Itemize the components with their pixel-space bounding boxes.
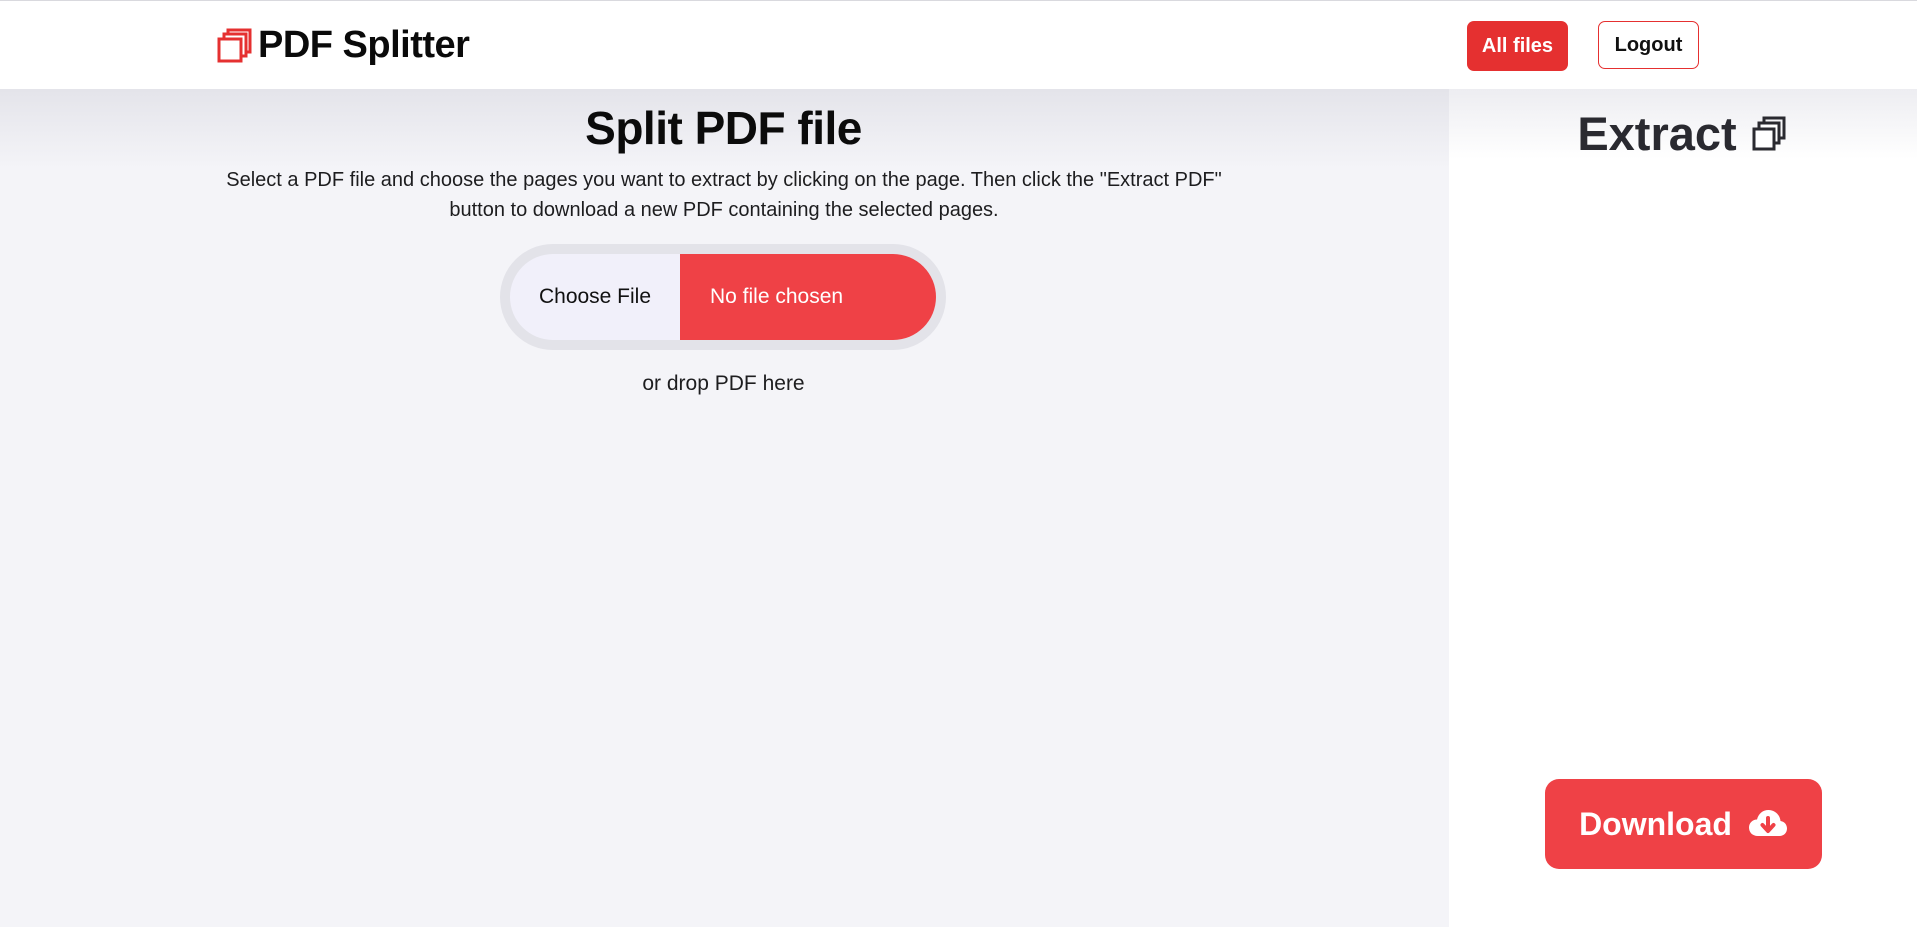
stacked-pages-icon (217, 28, 252, 63)
split-pdf-panel: Split PDF file Select a PDF file and cho… (0, 89, 1449, 927)
extract-title-text: Extract (1577, 107, 1737, 160)
top-nav-bar: PDF Splitter All files Logout (0, 0, 1917, 89)
file-input[interactable]: Choose File No file chosen (500, 244, 946, 350)
all-files-button[interactable]: All files (1467, 21, 1568, 71)
file-status-label: No file chosen (680, 254, 936, 340)
instructions-text: Select a PDF file and choose the pages y… (226, 169, 1222, 221)
page-title: Split PDF file (585, 102, 862, 154)
logout-button[interactable]: Logout (1598, 21, 1699, 69)
file-input-inner: Choose File No file chosen (510, 254, 936, 340)
extract-heading: Extract (1449, 106, 1917, 161)
choose-file-button[interactable]: Choose File (510, 254, 680, 340)
download-label: Download (1579, 805, 1732, 842)
extract-sidebar: Extract Download (1449, 89, 1917, 927)
drop-zone-hint: or drop PDF here (642, 372, 805, 395)
download-button[interactable]: Download (1545, 779, 1822, 869)
stacked-pages-icon (1752, 116, 1786, 150)
brand-name: PDF Splitter (258, 23, 470, 66)
cloud-download-icon (1748, 810, 1787, 836)
brand-logo[interactable]: PDF Splitter (216, 21, 470, 69)
